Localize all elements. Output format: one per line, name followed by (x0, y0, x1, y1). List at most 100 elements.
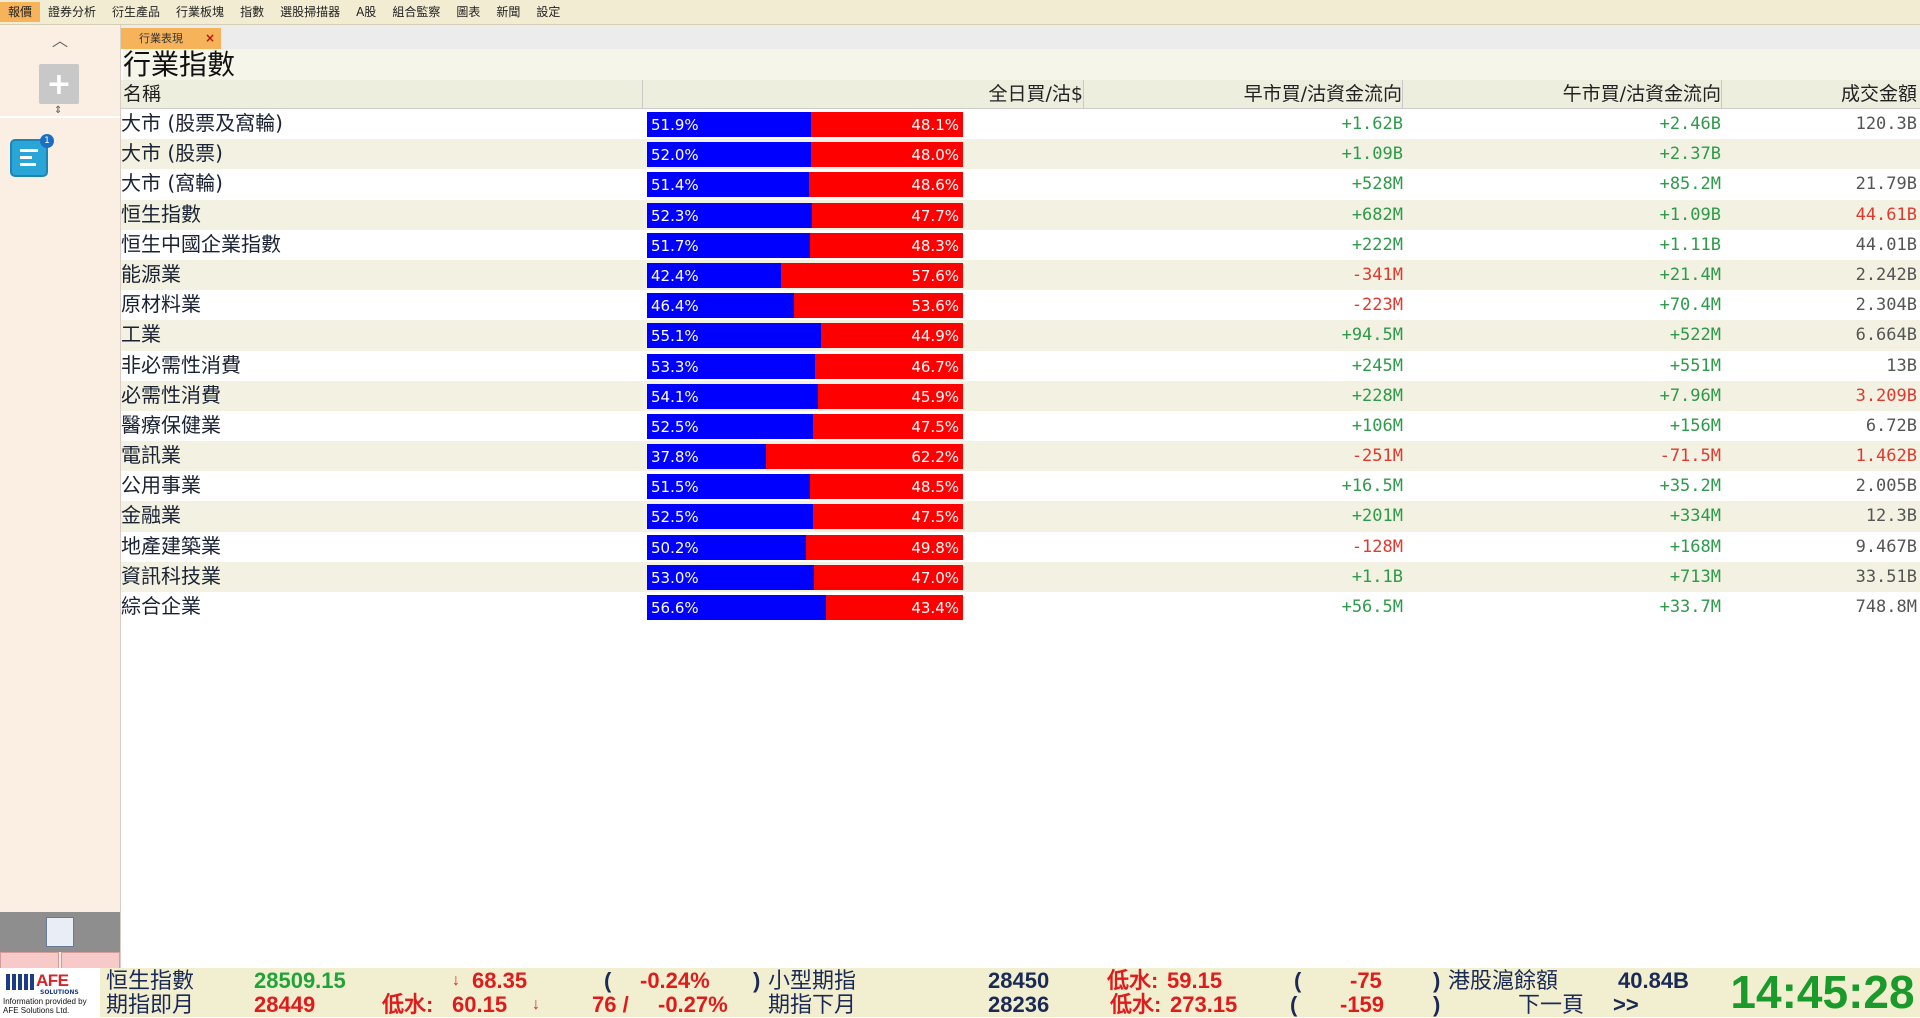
sell-segment: 47.5% (813, 504, 963, 530)
col-allday[interactable]: 全日買/沽$ (643, 80, 1084, 108)
clock: 14:45:28 (1725, 968, 1920, 1017)
close-icon[interactable]: × (205, 28, 215, 49)
menu-item[interactable]: 指數 (232, 2, 272, 22)
col-am-flow[interactable]: 早市買/沽資金流向 (1084, 80, 1402, 108)
panel-divider (0, 116, 120, 118)
am-flow-value: +1.62B (1341, 114, 1403, 134)
table-header: 名稱 全日買/沽$ 早市買/沽資金流向 午市買/沽資金流向 成交金額 (121, 80, 1920, 109)
sector-name: 電訊業 (121, 443, 181, 468)
hsi-change: 68.35 (472, 968, 528, 993)
col-pm-flow[interactable]: 午市買/沽資金流向 (1403, 80, 1721, 108)
pm-flow-value: +21.4M (1659, 264, 1721, 285)
next-page-button[interactable]: 下一頁 (1518, 992, 1584, 1017)
buy-sell-bar: 51.5% 48.5% (647, 474, 963, 500)
mini-futures-value: 28450 (988, 968, 1050, 993)
am-flow-value: +228M (1351, 385, 1403, 406)
sell-segment: 48.5% (810, 474, 963, 500)
table-row[interactable]: 金融業 52.5% 47.5% +201M +334M 12.3B (121, 501, 1920, 532)
turnover-value: 748.8M (1855, 597, 1917, 617)
table-body: 大市 (股票及窩輪) 51.9% 48.1% +1.62B +2.46B 120.3B 大市… (121, 109, 1920, 622)
am-flow-value: +94.5M (1341, 325, 1403, 346)
add-button[interactable]: + (39, 64, 79, 104)
mini-futures-points: -75 (1350, 968, 1382, 993)
table-row[interactable]: 醫療保健業 52.5% 47.5% +106M +156M 6.72B (121, 411, 1920, 441)
buy-segment: 53.0% (647, 564, 814, 590)
turnover-value: 6.72B (1865, 415, 1917, 436)
menu-item[interactable]: 證券分析 (40, 2, 104, 22)
pm-flow-value: +334M (1669, 506, 1721, 527)
buy-segment: 52.3% (647, 202, 812, 228)
table-row[interactable]: 恒生中國企業指數 51.7% 48.3% +222M +1.11B 44.01B (121, 230, 1920, 260)
sell-segment: 48.1% (811, 112, 963, 137)
sector-name: 工業 (121, 322, 161, 347)
sell-segment: 48.3% (810, 232, 963, 258)
table-row[interactable]: 大市 (股票及窩輪) 51.9% 48.1% +1.62B +2.46B 120.3B (121, 109, 1920, 139)
menu-item[interactable]: 報價 (0, 2, 41, 22)
buy-sell-bar: 53.0% 47.0% (647, 564, 963, 590)
table-row[interactable]: 大市 (窩輪) 51.4% 48.6% +528M +85.2M 21.79B (121, 169, 1920, 199)
table-row[interactable]: 地產建築業 50.2% 49.8% -128M +168M 9.467B (121, 532, 1920, 562)
pm-flow-value: +70.4M (1659, 295, 1721, 316)
table-row[interactable]: 原材料業 46.4% 53.6% -223M +70.4M 2.304B (121, 290, 1920, 320)
pm-flow-value: +156M (1669, 415, 1721, 436)
sell-segment: 47.0% (814, 564, 963, 590)
afe-logo: AFE SOLUTIONS Information provided by AF… (0, 968, 100, 1017)
col-name[interactable]: 名稱 (123, 80, 161, 108)
am-flow-value: +245M (1351, 355, 1403, 376)
buy-segment: 52.5% (647, 504, 813, 530)
buy-segment: 42.4% (647, 262, 781, 288)
table-row[interactable]: 綜合企業 56.6% 43.4% +56.5M +33.7M 748.8M (121, 592, 1920, 622)
buy-sell-bar: 46.4% 53.6% (647, 293, 963, 319)
turnover-value: 44.01B (1855, 234, 1917, 255)
sector-name: 資訊科技業 (121, 563, 221, 588)
pm-flow-value: +33.7M (1659, 597, 1721, 617)
sell-segment: 46.7% (815, 353, 963, 379)
table-row[interactable]: 電訊業 37.8% 62.2% -251M -71.5M 1.462B (121, 441, 1920, 472)
col-turnover[interactable]: 成交金額 (1722, 80, 1917, 108)
chevron-up-icon[interactable]: ︿ (52, 27, 68, 51)
sell-segment: 57.6% (781, 262, 963, 288)
tab-industry-performance[interactable]: 行業表現 × (121, 28, 221, 49)
sell-segment: 48.6% (809, 172, 963, 198)
table-row[interactable]: 非必需性消費 53.3% 46.7% +245M +551M 13B (121, 351, 1920, 381)
table-row[interactable]: 大市 (股票) 52.0% 48.0% +1.09B +2.37B (121, 139, 1920, 170)
menu-item[interactable]: 圖表 (448, 2, 488, 22)
menu-item[interactable]: 設定 (528, 2, 568, 22)
futures-next-points: -159 (1340, 992, 1385, 1017)
sector-name: 公用事業 (121, 473, 201, 498)
sector-name: 醫療保健業 (121, 412, 221, 437)
turnover-value (1721, 139, 1917, 169)
turnover-value: 2.242B (1855, 264, 1917, 285)
turnover-value: 12.3B (1865, 506, 1917, 527)
turnover-value: 33.51B (1855, 566, 1917, 587)
menu-item[interactable]: A股 (348, 2, 384, 22)
turnover-value: 3.209B (1855, 385, 1917, 406)
hsi-pct: -0.24% (640, 968, 710, 993)
menu-item[interactable]: 衍生產品 (104, 2, 168, 22)
table-row[interactable]: 必需性消費 54.1% 45.9% +228M +7.96M 3.209B (121, 380, 1920, 411)
table-row[interactable]: 工業 55.1% 44.9% +94.5M +522M 6.664B (121, 320, 1920, 351)
left-panel: ︿ + ⇕ 1 F1 F2 (0, 25, 121, 1017)
pm-flow-value: +713M (1669, 566, 1721, 587)
sector-name: 地產建築業 (121, 533, 221, 558)
buy-sell-bar: 51.4% 48.6% (647, 172, 963, 198)
buy-segment: 51.9% (647, 112, 811, 137)
menu-item[interactable]: 新聞 (488, 2, 528, 22)
sell-segment: 47.7% (812, 202, 963, 228)
menu-item[interactable]: 組合監察 (384, 2, 448, 22)
sector-name: 大市 (股票) (121, 141, 223, 166)
menu-item[interactable]: 行業板塊 (168, 2, 232, 22)
turnover-value: 6.664B (1855, 325, 1917, 346)
table-row[interactable]: 公用事業 51.5% 48.5% +16.5M +35.2M 2.005B (121, 471, 1920, 501)
report-button[interactable] (0, 912, 120, 952)
buy-sell-bar: 52.0% 48.0% (647, 142, 963, 168)
main-content: 行業指數 名稱 全日買/沽$ 早市買/沽資金流向 午市買/沽資金流向 成交金額 … (121, 49, 1920, 966)
next-page-arrow-icon[interactable]: >> (1613, 992, 1639, 1017)
table-row[interactable]: 資訊科技業 53.0% 47.0% +1.1B +713M 33.51B (121, 561, 1920, 592)
resize-handle-icon[interactable]: ⇕ (54, 105, 62, 116)
menu-item[interactable]: 選股掃描器 (272, 2, 348, 22)
table-row[interactable]: 恒生指數 52.3% 47.7% +682M +1.09B 44.61B (121, 199, 1920, 230)
turnover-value: 21.79B (1855, 174, 1917, 195)
table-row[interactable]: 能源業 42.4% 57.6% -341M +21.4M 2.242B (121, 259, 1920, 291)
buy-sell-bar: 42.4% 57.6% (647, 262, 963, 288)
